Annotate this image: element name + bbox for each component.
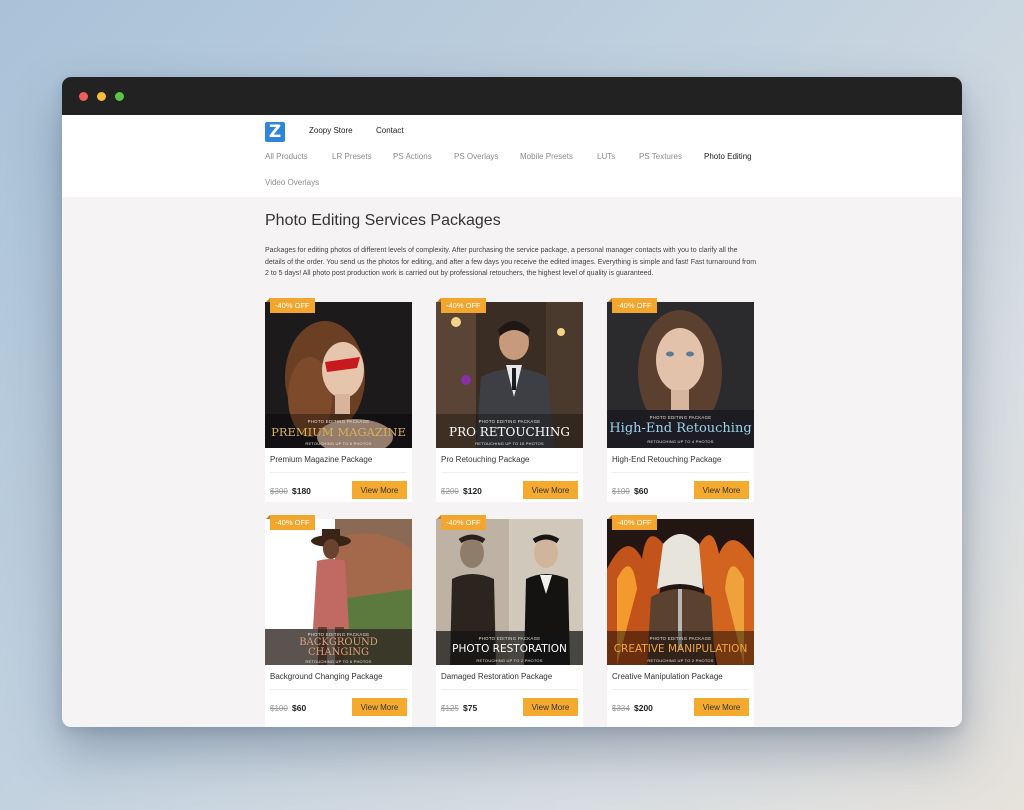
product-image[interactable]: PHOTO EDITING PACKAGE CREATIVE MANIPULAT…	[607, 519, 754, 665]
category-video-overlays[interactable]: Video Overlays	[265, 178, 319, 187]
new-price: $60	[634, 486, 648, 496]
overlay-package-sub: RETOUCHING UP TO 4 PHOTOS	[607, 439, 754, 444]
category-all-products[interactable]: All Products	[265, 152, 308, 161]
discount-badge: -40% OFF	[612, 515, 657, 530]
divider	[441, 689, 578, 690]
product-title[interactable]: Premium Magazine Package	[270, 455, 372, 464]
product-title[interactable]: Pro Retouching Package	[441, 455, 530, 464]
divider	[612, 472, 749, 473]
product-card[interactable]: -40% OFF PHOTO EDITING PACKAGE BACKGRO	[265, 519, 412, 727]
zoopy-logo[interactable]: Z	[265, 122, 285, 142]
product-title[interactable]: High-End Retouching Package	[612, 455, 721, 464]
overlay-package-sub: RETOUCHING UP TO 6 PHOTOS	[265, 441, 412, 446]
product-image[interactable]: PHOTO EDITING PACKAGE PRO RETOUCHING RET…	[436, 302, 583, 448]
discount-badge: -40% OFF	[270, 298, 315, 313]
view-more-button[interactable]: View More	[352, 698, 407, 716]
old-price: $334	[612, 704, 630, 713]
product-card[interactable]: -40% OFF PHOTO EDITING PACKAGE	[436, 302, 583, 502]
overlay-package-name: CREATIVE MANIPULATION	[607, 643, 754, 655]
overlay-package-label: PHOTO EDITING PACKAGE	[265, 419, 412, 424]
product-title[interactable]: Damaged Restoration Package	[441, 672, 552, 681]
discount-badge: -40% OFF	[441, 515, 486, 530]
view-more-button[interactable]: View More	[694, 698, 749, 716]
new-price: $120	[463, 486, 482, 496]
browser-window: Z Zoopy Store Contact All Products LR Pr…	[62, 77, 962, 727]
page-title: Photo Editing Services Packages	[265, 212, 501, 230]
overlay-package-sub: RETOUCHING UP TO 2 PHOTOS	[436, 658, 583, 663]
overlay-package-label: PHOTO EDITING PACKAGE	[607, 415, 754, 420]
old-price: $300	[270, 487, 288, 496]
nav-contact[interactable]: Contact	[376, 126, 404, 135]
view-more-button[interactable]: View More	[694, 481, 749, 499]
overlay-package-sub: RETOUCHING UP TO 15 PHOTOS	[436, 441, 583, 446]
overlay-package-name: PREMIUM MAGAZINE	[265, 425, 412, 439]
discount-badge: -40% OFF	[612, 298, 657, 313]
view-more-button[interactable]: View More	[523, 481, 578, 499]
overlay-package-label: PHOTO EDITING PACKAGE	[436, 636, 583, 641]
overlay-package-label: PHOTO EDITING PACKAGE	[607, 636, 754, 641]
new-price: $75	[463, 703, 477, 713]
old-price: $125	[441, 704, 459, 713]
overlay-package-sub: RETOUCHING UP TO 2 PHOTOS	[607, 658, 754, 663]
product-card[interactable]: -40% OFF PHOTO EDITING PACKAGE High-End …	[607, 302, 754, 502]
discount-badge: -40% OFF	[441, 298, 486, 313]
product-image[interactable]: PHOTO EDITING PACKAGE PHOTO RESTORATION …	[436, 519, 583, 665]
view-more-button[interactable]: View More	[523, 698, 578, 716]
old-price: $100	[612, 487, 630, 496]
divider	[270, 472, 407, 473]
divider	[612, 689, 749, 690]
old-price: $200	[441, 487, 459, 496]
product-title[interactable]: Background Changing Package	[270, 672, 383, 681]
divider	[270, 689, 407, 690]
page-description: Packages for editing photos of different…	[265, 245, 757, 280]
product-image[interactable]: PHOTO EDITING PACKAGE High-End Retouchin…	[607, 302, 754, 448]
product-card[interactable]: -40% OFF PHOTO EDITING PACKAGE PREMIUM M…	[265, 302, 412, 502]
divider	[441, 472, 578, 473]
new-price: $60	[292, 703, 306, 713]
overlay-package-sub: RETOUCHING UP TO 6 PHOTOS	[265, 659, 412, 664]
overlay-package-name: PHOTO RESTORATION	[436, 643, 583, 655]
new-price: $200	[634, 703, 653, 713]
product-image[interactable]: PHOTO EDITING PACKAGE PREMIUM MAGAZINE R…	[265, 302, 412, 448]
old-price: $100	[270, 704, 288, 713]
category-photo-editing[interactable]: Photo Editing	[704, 152, 752, 161]
overlay-package-label: PHOTO EDITING PACKAGE	[436, 419, 583, 424]
nav-zoopy-store[interactable]: Zoopy Store	[309, 126, 353, 135]
maximize-window-button[interactable]	[115, 92, 124, 101]
category-lr-presets[interactable]: LR Presets	[332, 152, 372, 161]
overlay-package-name: BACKGROUND CHANGING	[265, 638, 412, 658]
discount-badge: -40% OFF	[270, 515, 315, 530]
product-card[interactable]: -40% OFF PHOTO EDITING PACKAGE CREATIVE …	[607, 519, 754, 727]
category-ps-textures[interactable]: PS Textures	[639, 152, 682, 161]
category-ps-overlays[interactable]: PS Overlays	[454, 152, 498, 161]
new-price: $180	[292, 486, 311, 496]
overlay-package-name: PRO RETOUCHING	[436, 425, 583, 439]
minimize-window-button[interactable]	[97, 92, 106, 101]
category-luts[interactable]: LUTs	[597, 152, 615, 161]
product-title[interactable]: Creative Manipulation Package	[612, 672, 723, 681]
window-titlebar	[62, 77, 962, 115]
category-mobile-presets[interactable]: Mobile Presets	[520, 152, 573, 161]
site-header: Z Zoopy Store Contact All Products LR Pr…	[62, 115, 962, 197]
product-image[interactable]: PHOTO EDITING PACKAGE BACKGROUND CHANGIN…	[265, 519, 412, 665]
close-window-button[interactable]	[79, 92, 88, 101]
product-card[interactable]: -40% OFF PHOTO EDITING PACKAGE PHOTO RES…	[436, 519, 583, 727]
category-ps-actions[interactable]: PS Actions	[393, 152, 432, 161]
overlay-package-name: High-End Retouching	[607, 421, 754, 436]
view-more-button[interactable]: View More	[352, 481, 407, 499]
